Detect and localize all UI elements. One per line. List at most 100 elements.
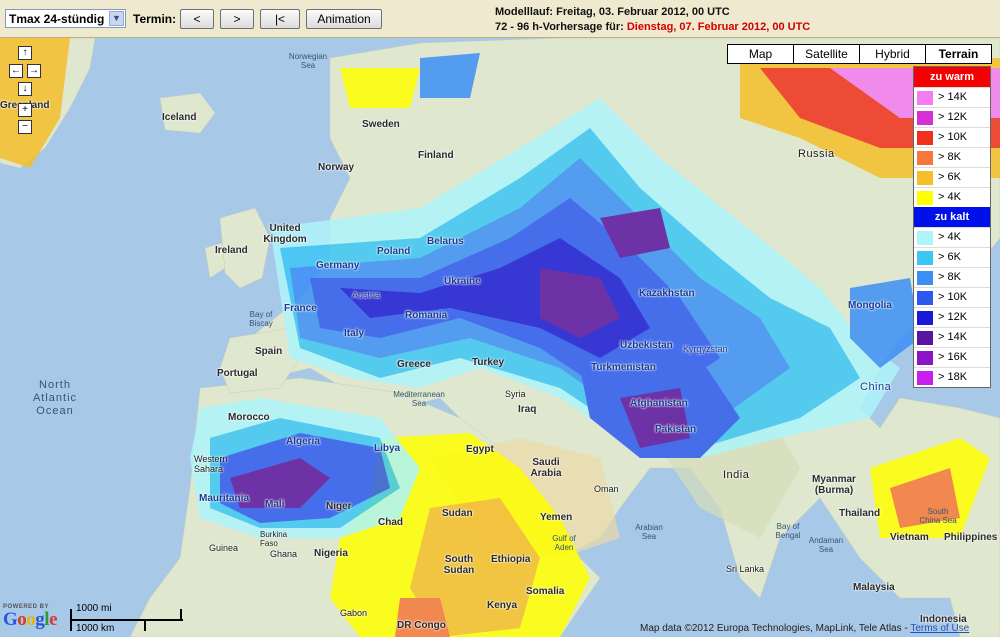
legend-warm-row: > 12K [914,107,990,127]
scale-km: 1000 km [76,623,115,634]
map-label-kyrgyzstan: Kyrgyzstan [683,344,728,354]
cold-scandinavia [420,53,480,98]
legend-cold-label: > 12K [938,311,968,323]
map-label-malaysia: Malaysia [853,582,895,593]
map-label-chad: Chad [378,517,403,528]
map-type-map[interactable]: Map [727,44,794,64]
map-label-poland: Poland [377,246,411,257]
legend-warm-label: > 14K [938,91,968,103]
map-label-philippines: Philippines [944,532,998,543]
map-canvas[interactable]: Greenland Norwegian Sea Iceland Sweden F… [0,38,1000,637]
map-type-satellite[interactable]: Satellite [793,44,860,64]
map-label-arabian-sea: Arabian Sea [635,523,663,541]
map-label-sudan: Sudan [442,508,473,519]
pan-left-button[interactable]: ← [9,64,23,78]
map-type-hybrid[interactable]: Hybrid [859,44,926,64]
map-label-italy: Italy [344,328,365,339]
legend-cold-swatch [917,371,933,385]
legend-cold-swatch [917,231,933,245]
legend: zu warm > 14K > 12K > 10K > 8K > 6K > 4K zu k… [913,66,991,388]
map-label-south-china-sea: South China Sea [919,507,957,525]
map-label-oman: Oman [594,484,619,494]
pan-up-button[interactable]: ↑ [18,46,32,60]
legend-warm-swatch [917,191,933,205]
map-label-mali: Mali [265,499,285,510]
model-run-text: Modelllauf: Freitag, 03. Februar 2012, 0… [495,6,730,18]
next-button[interactable]: > [220,9,254,29]
warm-norway [340,68,420,108]
map-label-north-atlantic: North Atlantic Ocean [32,379,78,417]
legend-warm-row: > 8K [914,147,990,167]
map-label-portugal: Portugal [217,368,258,379]
legend-cold-row: > 18K [914,367,990,387]
map-type-terrain[interactable]: Terrain [925,44,992,64]
google-wordmark: Google [3,609,57,630]
map-background [0,38,1000,637]
legend-cold-row: > 4K [914,227,990,247]
map-label-algeria: Algeria [286,436,320,447]
map-label-iraq: Iraq [518,404,537,415]
zoom-out-button[interactable]: − [18,120,32,134]
map-label-germany: Germany [316,260,360,271]
map-label-mauritania: Mauritania [199,493,250,504]
legend-warm-row: > 6K [914,167,990,187]
pan-right-button[interactable]: → [27,64,41,78]
map-label-ireland: Ireland [215,245,248,256]
legend-cold-swatch [917,331,933,345]
legend-warm-row: > 10K [914,127,990,147]
legend-warm-swatch [917,151,933,165]
forecast-date: Dienstag, 07. Februar 2012, 00 UTC [626,21,811,33]
map-label-myanmar: Myanmar (Burma) [812,474,856,496]
legend-cold-label: > 18K [938,371,968,383]
product-select[interactable]: Tmax 24-stündig ▼ [5,9,126,28]
legend-warm-label: > 12K [938,111,968,123]
animation-button[interactable]: Animation [306,9,382,29]
legend-warm-label: > 4K [938,191,961,203]
map-label-china: China [860,381,892,393]
legend-warm-label: > 10K [938,131,968,143]
map-label-ethiopia: Ethiopia [491,554,531,565]
zoom-in-button[interactable]: + [18,103,32,117]
map-label-iceland: Iceland [162,112,197,123]
legend-cold-swatch [917,311,933,325]
map-label-turkmenistan: Turkmenistan [591,362,656,373]
legend-cold-label: > 6K [938,251,961,263]
first-button[interactable]: |< [260,9,300,29]
pan-down-button[interactable]: ↓ [18,82,32,96]
prev-button[interactable]: < [180,9,214,29]
attribution: Map data ©2012 Europa Technologies, MapL… [640,623,969,634]
map-label-guinea: Guinea [209,543,239,553]
legend-cold-label: > 4K [938,231,961,243]
map-label-spain: Spain [255,346,283,357]
map-label-uzbekistan: Uzbekistan [620,340,673,351]
legend-cold-swatch [917,251,933,265]
map-label-western-sahara: Western Sahara [194,454,228,474]
chevron-down-icon[interactable]: ▼ [109,11,124,26]
legend-warm-title: zu warm [914,67,990,87]
map-label-niger: Niger [326,501,352,512]
legend-warm-row: > 14K [914,87,990,107]
map-label-pakistan: Pakistan [655,424,697,435]
map-label-afghanistan: Afghanistan [630,398,688,409]
map-label-norwegian-sea: Norwegian Sea [288,52,328,70]
google-logo[interactable]: POWERED BY Google [3,604,57,630]
attribution-text: Map data ©2012 Europa Technologies, MapL… [640,623,908,634]
terms-of-use-link[interactable]: Terms of Use [910,623,969,634]
legend-cold-row: > 16K [914,347,990,367]
legend-warm-swatch [917,91,933,105]
legend-warm-swatch [917,111,933,125]
scale-bar: 1000 mi 1000 km [69,603,185,635]
map-label-ukraine: Ukraine [444,276,481,287]
map-label-burkina-faso: Burkina Faso [260,530,288,548]
legend-warm-swatch [917,171,933,185]
legend-cold-label: > 14K [938,331,968,343]
map-label-syria: Syria [505,389,526,399]
legend-cold-rows: > 4K > 6K > 8K > 10K > 12K > 14K > 16K > 18K [914,227,990,387]
map-label-turkey: Turkey [472,357,505,368]
map-label-nigeria: Nigeria [314,548,348,559]
map-label-norway: Norway [318,162,355,173]
map-label-bay-of-bengal: Bay of Bengal [775,522,801,540]
map-label-andaman-sea: Andaman Sea [808,536,844,554]
legend-warm-row: > 4K [914,187,990,207]
map-label-south-sudan: South Sudan [443,554,475,576]
